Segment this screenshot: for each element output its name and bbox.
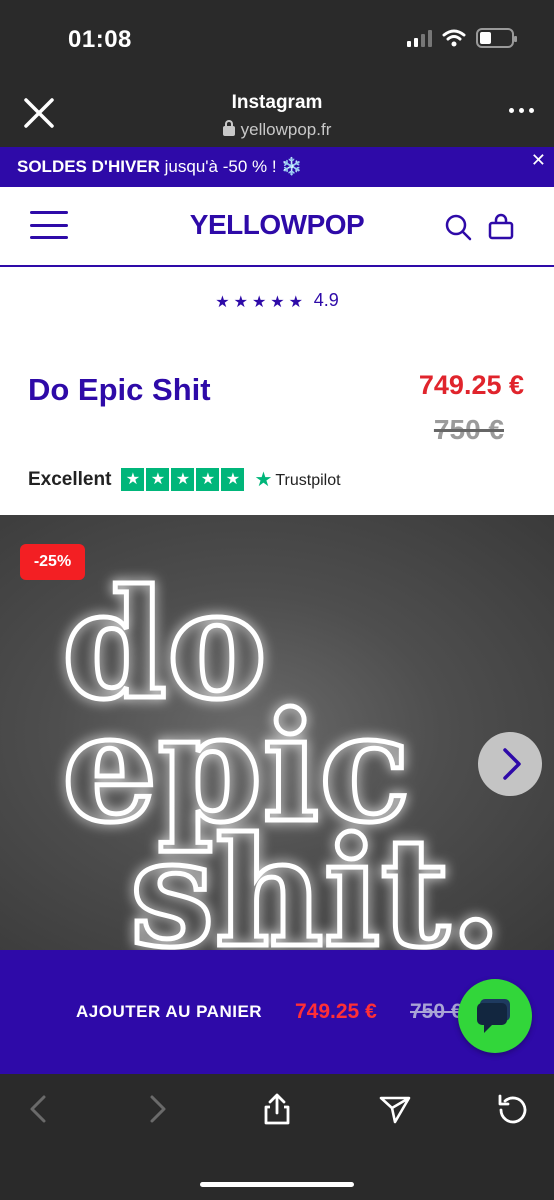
cart-price: 749.25 € (295, 1000, 377, 1023)
site-header: YELLOWPOP (0, 187, 554, 267)
status-icons (407, 28, 517, 48)
chevron-right-icon (503, 748, 521, 780)
snowflake-icon: ❄️ (281, 157, 303, 176)
reload-icon[interactable] (496, 1092, 530, 1126)
next-image-button[interactable] (478, 732, 542, 796)
cart-old-price: 750 € (410, 1000, 463, 1023)
neon-line-3: shit. (130, 805, 502, 950)
chat-icon (477, 999, 510, 1033)
more-options-icon[interactable] (509, 108, 534, 113)
search-icon[interactable] (444, 213, 472, 241)
trustpilot-logo: ★ Trustpilot (254, 469, 341, 491)
signal-icon (407, 29, 432, 47)
promo-text: jusqu'à -50 % ! (164, 157, 277, 176)
trustpilot-star-icon: ★ (254, 469, 273, 491)
trustpilot-stars: ★ ★ ★ ★ ★ (121, 468, 245, 491)
share-icon[interactable] (260, 1092, 294, 1126)
discount-badge: -25% (20, 544, 85, 580)
promo-bold-text: SOLDES D'HIVER (17, 157, 160, 176)
forward-arrow-icon[interactable] (140, 1092, 174, 1126)
neon-sign-image: do epic shit. (60, 555, 505, 951)
trustpilot-widget[interactable]: Excellent ★ ★ ★ ★ ★ ★ Trustpilot (28, 467, 341, 492)
browser-header: 01:08 Instagram yellowpop.fr (0, 0, 554, 147)
product-image[interactable]: do epic shit. (0, 515, 554, 950)
wifi-icon (442, 29, 466, 47)
send-icon[interactable] (378, 1092, 412, 1126)
rating-score: 4.9 (313, 290, 339, 310)
promo-close-icon[interactable]: ✕ (531, 151, 546, 169)
status-time: 01:08 (68, 26, 132, 53)
product-title: Do Epic Shit (28, 372, 211, 407)
home-indicator[interactable] (200, 1182, 354, 1187)
browser-title: Instagram (231, 92, 323, 113)
product-price: 749.25 € (418, 370, 524, 400)
product-old-price: 750 € (433, 414, 504, 445)
url-text: yellowpop.fr (240, 120, 332, 139)
browser-url: yellowpop.fr (0, 120, 554, 140)
battery-icon (476, 28, 517, 48)
add-to-cart-button[interactable]: AJOUTER AU PANIER (76, 1002, 262, 1022)
chat-button[interactable] (458, 979, 532, 1053)
cart-icon[interactable] (487, 213, 515, 241)
back-arrow-icon[interactable] (22, 1092, 56, 1126)
lock-icon (222, 120, 235, 136)
product-rating: ★★★★★ 4.9 (0, 290, 554, 312)
rating-stars: ★★★★★ (215, 294, 307, 311)
trustpilot-label: Excellent (28, 468, 112, 490)
promo-banner[interactable]: SOLDES D'HIVER jusqu'à -50 % ! ❄️ ✕ (0, 147, 554, 187)
